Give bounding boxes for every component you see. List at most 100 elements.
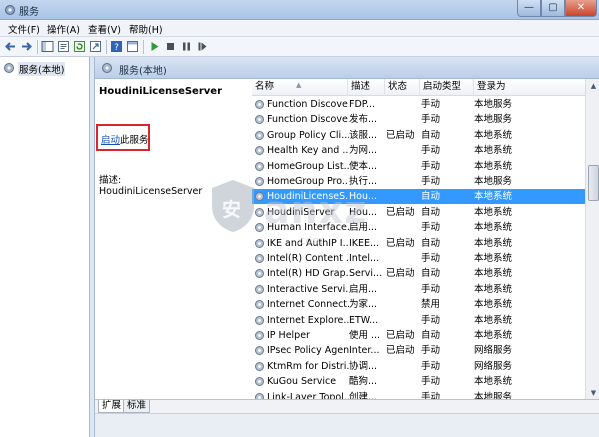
service-row[interactable]: Interactive Servi... 启用... 手动 本地系统 [252,282,585,297]
service-name: IP Helper [267,330,310,341]
service-name: Internet Connect... [267,299,349,311]
column-header-startup-type[interactable]: 启动类型 [420,79,474,96]
properties-icon[interactable] [57,40,70,53]
service-status: 已启动 [386,206,415,218]
service-row[interactable]: Health Key and ... 为网... 手动 本地系统 [252,143,585,158]
service-gear-icon [255,254,264,263]
service-row[interactable]: KtmRm for Distri... 协调... 手动 网络服务 [252,359,585,374]
column-header-description[interactable]: 描述 [348,79,385,96]
status-bar [95,413,599,437]
toolbar-separator [106,40,107,54]
service-name: Function Discove... [267,99,349,110]
service-name: Group Policy Cli... [267,129,349,141]
service-row[interactable]: HoudiniLicenseS... Hou... 自动 本地系统 [252,189,585,205]
service-gear-icon [255,161,264,171]
console-tree-icon[interactable] [41,40,54,53]
menu-file[interactable]: 文件(F) [8,22,40,36]
service-row[interactable]: Intel(R) Content ... Intel... 手动 本地系统 [252,251,585,266]
service-name: Interactive Servi... [267,283,349,295]
service-description: Hou... [349,206,378,218]
service-description: ETW... [349,314,379,326]
service-row[interactable]: HoudiniServer Hou... 已启动 自动 本地系统 [252,205,585,220]
service-description: IKEE... [349,237,380,249]
service-log-on-as: 本地服务 [474,99,513,110]
service-startup-type: 手动 [421,114,441,126]
service-row[interactable]: Function Discove... FDP... 手动 本地服务 [252,97,585,112]
tab-extended[interactable]: 扩展 [98,400,126,413]
service-status: 已启动 [386,330,415,341]
service-row[interactable]: Group Policy Cli... 该服... 已启动 自动 本地系统 [252,128,585,143]
refresh-icon[interactable] [73,40,86,53]
service-startup-type: 手动 [421,145,441,157]
service-row[interactable]: IP Helper 使用 ... 已启动 自动 本地系统 [252,328,585,343]
service-log-on-as: 网络服务 [474,345,513,357]
service-description: 执行... [349,176,378,187]
service-description: Servi... [349,268,383,280]
service-startup-type: 手动 [421,176,441,187]
minimize-button[interactable]: — [517,0,541,17]
service-gear-icon [255,115,264,125]
service-row[interactable]: Internet Explore... ETW... 手动 本地系统 [252,313,585,328]
column-header-status[interactable]: 状态 [385,79,420,96]
services-gear-icon [5,5,15,15]
forward-arrow-icon[interactable] [20,40,33,53]
service-row[interactable]: HomeGroup Pro... 执行... 手动 本地服务 [252,174,585,189]
service-row[interactable]: Human Interface... 启用... 手动 本地系统 [252,220,585,235]
service-row[interactable]: IKE and AuthIP I... IKEE... 已启动 自动 本地系统 [252,236,585,251]
vertical-scrollbar[interactable]: ▲ ▼ [585,79,599,401]
service-description: 协调... [349,360,378,372]
service-gear-icon [255,130,264,140]
menu-help[interactable]: 帮助(H) [129,22,163,36]
console-tree: 服务(本地) [0,57,90,437]
scroll-thumb[interactable] [588,165,599,201]
back-arrow-icon[interactable] [4,40,17,53]
restart-icon[interactable] [196,40,209,53]
service-startup-type: 手动 [421,253,441,264]
service-description: 为网... [349,145,378,157]
start-service-link[interactable]: 启动 [101,132,120,146]
service-log-on-as: 本地系统 [474,206,513,218]
service-name: HoudiniServer [267,206,335,218]
service-gear-icon [255,377,264,387]
stop-icon[interactable] [164,40,177,53]
view-tab-bar: 扩展 标准 [95,399,599,413]
service-description: 发布... [349,114,378,126]
service-description: 酷狗... [349,376,378,388]
service-row[interactable]: Intel(R) HD Grap... Servi... 已启动 自动 本地系统 [252,266,585,281]
service-log-on-as: 本地系统 [474,330,513,341]
close-button[interactable]: ✕ [565,0,597,17]
service-status: 已启动 [386,129,415,141]
service-row[interactable]: Function Discove... 发布... 手动 本地服务 [252,112,585,127]
scroll-up-icon[interactable]: ▲ [587,79,599,93]
service-log-on-as: 本地系统 [474,253,513,264]
service-description: 该服... [349,129,378,141]
service-startup-type: 自动 [421,206,441,218]
service-row[interactable]: KuGou Service 酷狗... 手动 本地系统 [252,374,585,389]
service-row[interactable]: IPsec Policy Agent Inter... 已启动 手动 网络服务 [252,343,585,358]
menu-view[interactable]: 查看(V) [88,22,121,36]
window-titlebar[interactable]: 服务 — ▢ ✕ [0,0,599,20]
service-gear-icon [255,207,264,217]
column-header-log-on-as[interactable]: 登录为 [474,79,585,96]
service-row[interactable]: Internet Connect... 为家... 禁用 本地系统 [252,297,585,312]
panel-icon[interactable] [126,40,139,53]
tab-standard[interactable]: 标准 [123,400,151,413]
description-value: HoudiniLicenseServer [99,186,203,197]
service-log-on-as: 本地系统 [474,376,513,388]
play-icon[interactable] [148,40,161,53]
service-startup-type: 禁用 [421,299,441,311]
service-startup-type: 自动 [421,191,441,203]
service-name: HoudiniLicenseS... [267,191,349,203]
column-header-name[interactable]: ▲ 名称 [252,79,348,96]
service-startup-type: 手动 [421,360,441,372]
service-row[interactable]: HomeGroup List... 使本... 手动 本地系统 [252,159,585,174]
export-list-icon[interactable] [89,40,102,53]
maximize-button[interactable]: ▢ [541,0,565,17]
menu-action[interactable]: 操作(A) [47,22,80,36]
service-name: HomeGroup List... [267,160,349,172]
service-description-panel: HoudiniLicenseServer 启动 此服务 描述: HoudiniL… [95,79,245,399]
pause-icon[interactable] [180,40,193,53]
help-icon[interactable]: ? [110,40,123,53]
scroll-down-icon[interactable]: ▼ [587,386,599,400]
sort-up-icon: ▲ [296,81,302,89]
